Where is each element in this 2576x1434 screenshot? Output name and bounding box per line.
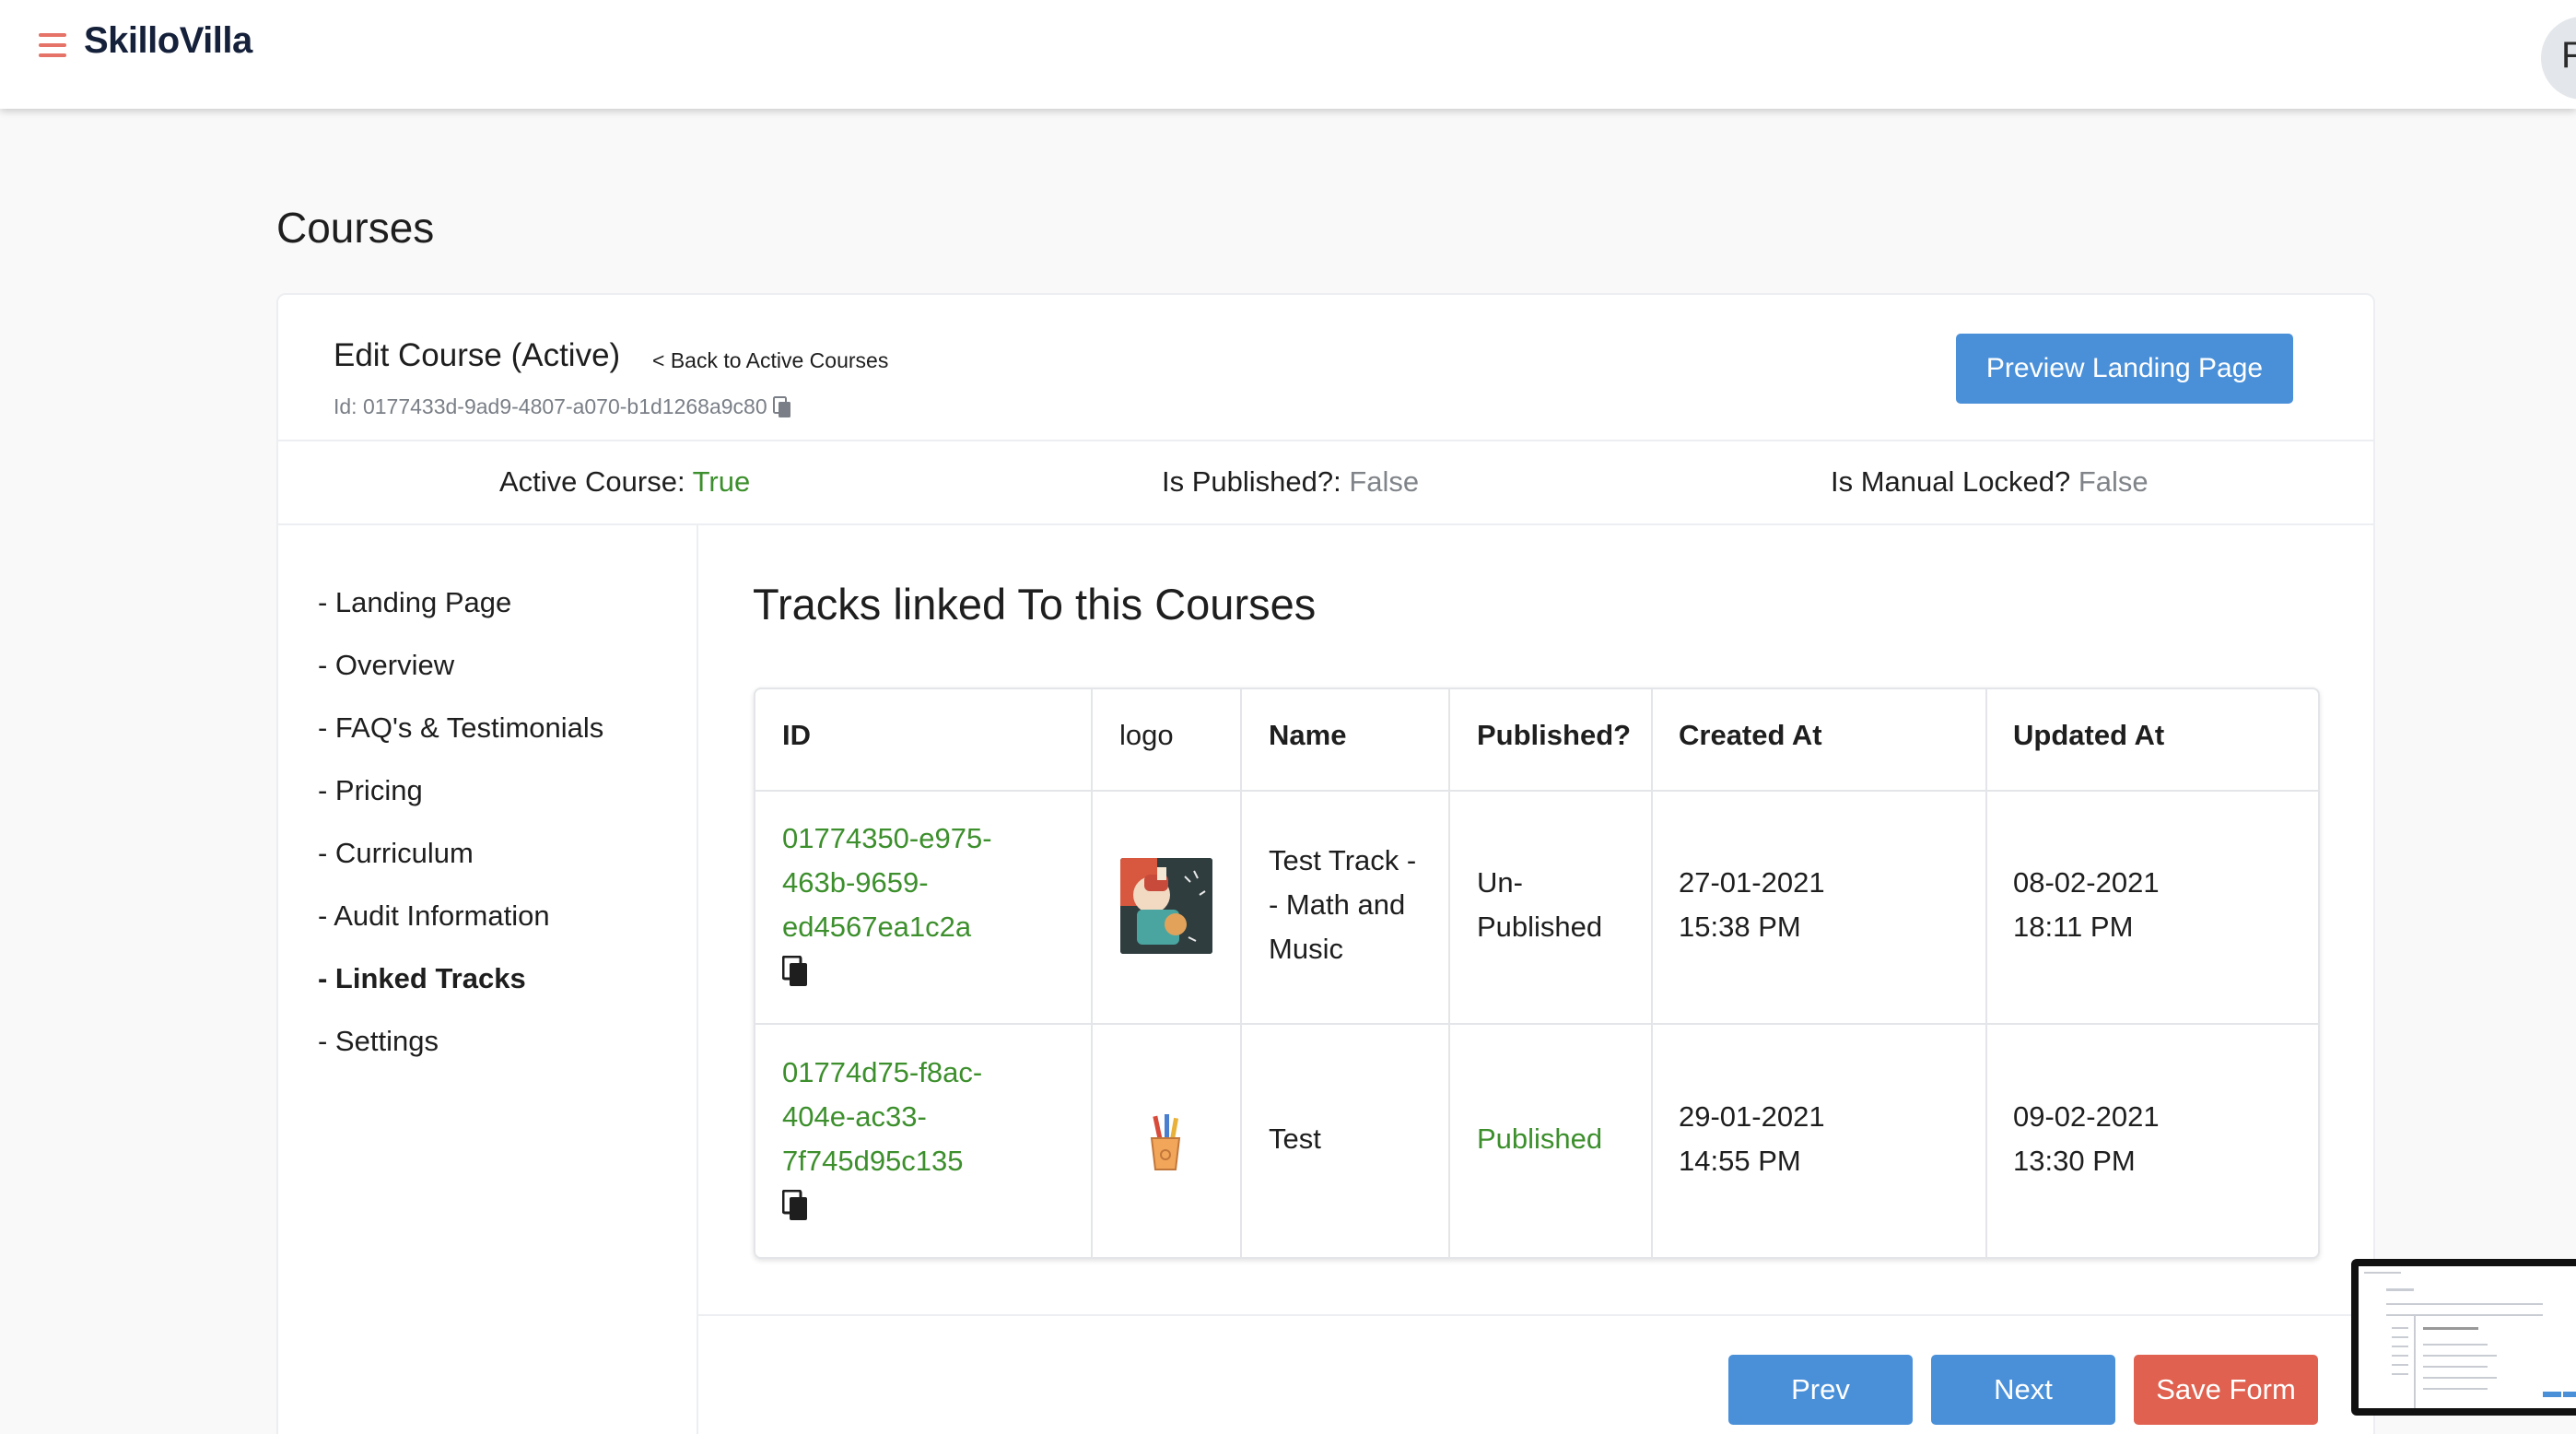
status-line: Published xyxy=(1477,911,1603,943)
status-label: Active Course: xyxy=(499,465,685,498)
track-id-line: 7f745d95c135 xyxy=(782,1145,964,1177)
hamburger-menu-icon[interactable] xyxy=(39,33,66,57)
table-divider xyxy=(1240,689,1242,1257)
table-divider xyxy=(1091,689,1093,1257)
course-id-text: Id: 0177433d-9ad9-4807-a070-b1d1268a9c80 xyxy=(334,394,767,418)
track-published-status: Un- Published xyxy=(1477,861,1602,949)
top-navbar: SkilloVilla F xyxy=(0,0,2576,109)
sidebar-item-overview[interactable]: - Overview xyxy=(318,649,454,682)
track-id-link[interactable]: 01774350-e975- 463b-9659- ed4567ea1c2a xyxy=(782,817,992,949)
screen-preview-thumbnail[interactable] xyxy=(2351,1259,2576,1416)
sidebar-divider xyxy=(697,525,698,1434)
page-title: Courses xyxy=(276,204,435,252)
sidebar-item-landing-page[interactable]: - Landing Page xyxy=(318,586,511,619)
table-divider xyxy=(1448,689,1450,1257)
date-line: 29-01-2021 xyxy=(1679,1100,1825,1133)
time-line: 13:30 PM xyxy=(2013,1145,2136,1177)
track-name-line: - Math and xyxy=(1269,888,1406,921)
copy-icon[interactable] xyxy=(772,395,791,418)
table-divider xyxy=(1985,689,1987,1257)
back-to-active-courses-link[interactable]: < Back to Active Courses xyxy=(652,348,888,373)
track-id-line: ed4567ea1c2a xyxy=(782,911,972,943)
status-label: Is Manual Locked? xyxy=(1831,465,2071,498)
column-header-updated-at: Updated At xyxy=(2013,719,2165,751)
copy-icon[interactable] xyxy=(782,1190,808,1221)
column-header-name: Name xyxy=(1269,719,1347,751)
status-value: False xyxy=(2078,465,2149,498)
footer-divider xyxy=(698,1314,2373,1316)
status-manual-locked: Is Manual Locked? False xyxy=(1831,465,2149,499)
preview-landing-page-button[interactable]: Preview Landing Page xyxy=(1956,334,2293,404)
music-math-thumbnail-icon xyxy=(1120,858,1212,954)
track-id-line: 463b-9659- xyxy=(782,866,929,899)
pencil-cup-thumbnail-icon xyxy=(1150,1114,1181,1170)
status-is-published: Is Published?: False xyxy=(1162,465,1419,499)
divider xyxy=(278,523,2373,525)
column-header-created-at: Created At xyxy=(1679,719,1822,751)
next-button[interactable]: Next xyxy=(1931,1355,2115,1425)
date-line: 27-01-2021 xyxy=(1679,866,1825,899)
save-form-button[interactable]: Save Form xyxy=(2134,1355,2318,1425)
track-name: Test Track - - Math and Music xyxy=(1269,839,1416,971)
track-name-line: Test Track - xyxy=(1269,844,1417,876)
user-avatar[interactable]: F xyxy=(2541,17,2576,100)
copy-icon[interactable] xyxy=(782,956,808,987)
status-value: False xyxy=(1349,465,1420,498)
time-line: 14:55 PM xyxy=(1679,1145,1801,1177)
prev-button[interactable]: Prev xyxy=(1728,1355,1913,1425)
status-active-course: Active Course: True xyxy=(499,465,750,499)
status-label: Is Published?: xyxy=(1162,465,1341,498)
sidebar-item-settings[interactable]: - Settings xyxy=(318,1025,439,1058)
edit-course-title: Edit Course (Active) xyxy=(334,337,621,373)
status-line: Published xyxy=(1477,1123,1603,1155)
time-line: 15:38 PM xyxy=(1679,911,1801,943)
column-header-logo: logo xyxy=(1119,719,1174,751)
sidebar-item-faqs-testimonials[interactable]: - FAQ's & Testimonials xyxy=(318,711,603,745)
column-header-published: Published? xyxy=(1477,719,1632,751)
status-line: Un- xyxy=(1477,866,1523,899)
course-id: Id: 0177433d-9ad9-4807-a070-b1d1268a9c80 xyxy=(334,394,791,419)
sidebar-item-curriculum[interactable]: - Curriculum xyxy=(318,837,474,870)
table-divider xyxy=(1651,689,1653,1257)
sidebar-item-linked-tracks[interactable]: - Linked Tracks xyxy=(318,962,526,995)
status-value: True xyxy=(692,465,751,498)
divider xyxy=(278,440,2373,441)
track-created-at: 27-01-2021 15:38 PM xyxy=(1679,861,1825,949)
track-id-line: 01774d75-f8ac- xyxy=(782,1056,983,1088)
table-divider xyxy=(755,1023,2318,1025)
track-created-at: 29-01-2021 14:55 PM xyxy=(1679,1095,1825,1183)
track-name-line: Music xyxy=(1269,933,1343,965)
track-id-line: 404e-ac33- xyxy=(782,1100,927,1133)
sidebar-item-pricing[interactable]: - Pricing xyxy=(318,774,423,807)
date-line: 08-02-2021 xyxy=(2013,866,2160,899)
track-name: Test xyxy=(1269,1117,1321,1161)
column-header-id: ID xyxy=(782,719,811,751)
table-divider xyxy=(755,790,2318,792)
track-id-line: 01774350-e975- xyxy=(782,822,992,854)
track-name-line: Test xyxy=(1269,1123,1321,1155)
track-updated-at: 08-02-2021 18:11 PM xyxy=(2013,861,2160,949)
track-updated-at: 09-02-2021 13:30 PM xyxy=(2013,1095,2160,1183)
tracks-section-title: Tracks linked To this Courses xyxy=(753,580,1317,629)
sidebar-item-audit-information[interactable]: - Audit Information xyxy=(318,899,550,933)
time-line: 18:11 PM xyxy=(2013,911,2134,943)
brand-logo[interactable]: SkilloVilla xyxy=(84,20,252,62)
date-line: 09-02-2021 xyxy=(2013,1100,2160,1133)
track-published-status: Published xyxy=(1477,1117,1602,1161)
track-id-link[interactable]: 01774d75-f8ac- 404e-ac33- 7f745d95c135 xyxy=(782,1051,982,1183)
